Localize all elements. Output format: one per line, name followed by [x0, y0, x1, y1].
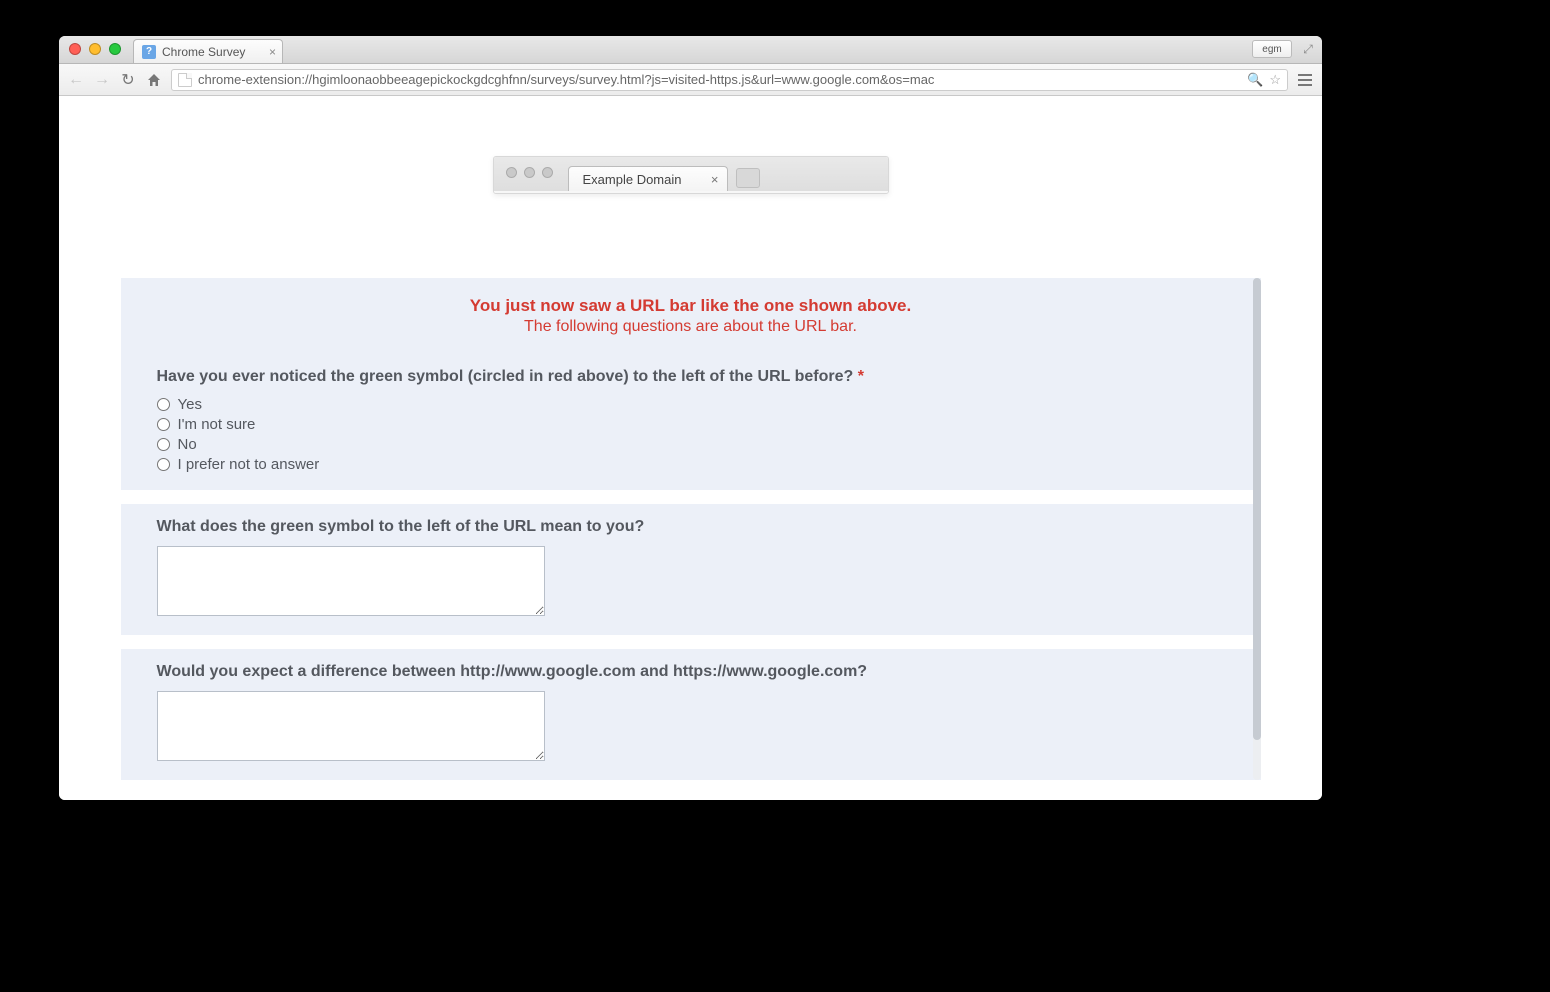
tab-favicon: ?	[142, 45, 156, 59]
question-1-title: Have you ever noticed the green symbol (…	[157, 368, 1225, 386]
browser-tab[interactable]: ? Chrome Survey ×	[133, 39, 283, 63]
required-marker: *	[858, 368, 864, 385]
question-3-textarea[interactable]	[157, 691, 545, 761]
browser-window: ? Chrome Survey × egm ⤢ ← → ↻ chrome-ext…	[59, 36, 1322, 800]
question-1: Have you ever noticed the green symbol (…	[121, 354, 1261, 490]
survey-scrollbar-track[interactable]	[1253, 278, 1261, 780]
q1-radio-notsure[interactable]	[157, 418, 170, 431]
intro-line1: You just now saw a URL bar like the one …	[157, 296, 1225, 316]
q1-option-label: No	[178, 436, 197, 453]
profile-label: egm	[1262, 44, 1281, 55]
mockup-tab-close-icon: ×	[711, 172, 719, 187]
q1-option-label: I'm not sure	[178, 416, 256, 433]
q1-radio-yes[interactable]	[157, 398, 170, 411]
question-2: What does the green symbol to the left o…	[121, 504, 1261, 635]
mockup-tabbar: Example Domain ×	[494, 157, 888, 191]
profile-button[interactable]: egm	[1252, 40, 1292, 58]
urlbar-mockup-image: Example Domain × ← → ↻ https://www.examp…	[493, 156, 889, 194]
mockup-toolbar: ← → ↻ https://www.example.com	[494, 191, 888, 194]
close-window-button[interactable]	[69, 43, 81, 55]
question-1-text: Have you ever noticed the green symbol (…	[157, 368, 854, 385]
q1-radio-prefernot[interactable]	[157, 458, 170, 471]
question-3: Would you expect a difference between ht…	[121, 649, 1261, 780]
zoom-window-button[interactable]	[109, 43, 121, 55]
window-controls	[69, 43, 121, 55]
mockup-traffic-light	[506, 167, 517, 178]
page-content: Example Domain × ← → ↻ https://www.examp…	[59, 96, 1322, 800]
question-3-title: Would you expect a difference between ht…	[157, 663, 1225, 681]
mockup-traffic-light	[524, 167, 535, 178]
q1-option-prefernot[interactable]: I prefer not to answer	[157, 456, 1225, 473]
mockup-tab: Example Domain ×	[568, 166, 728, 191]
intro-line2: The following questions are about the UR…	[157, 318, 1225, 336]
browser-tabbar: ? Chrome Survey × egm ⤢	[59, 36, 1322, 64]
page-icon	[178, 73, 192, 87]
q1-option-label: Yes	[178, 396, 202, 413]
q1-option-no[interactable]: No	[157, 436, 1225, 453]
address-bar[interactable]: chrome-extension://hgimloonaobbeeagepick…	[171, 69, 1288, 91]
question-1-options: Yes I'm not sure No I prefer not to answ…	[157, 396, 1225, 473]
fullscreen-icon[interactable]: ⤢	[1300, 41, 1316, 57]
survey-form: You just now saw a URL bar like the one …	[121, 278, 1261, 780]
address-bar-url: chrome-extension://hgimloonaobbeeagepick…	[198, 72, 1241, 87]
back-button[interactable]: ←	[67, 71, 85, 89]
q1-option-yes[interactable]: Yes	[157, 396, 1225, 413]
browser-toolbar: ← → ↻ chrome-extension://hgimloonaobbeea…	[59, 64, 1322, 96]
home-button[interactable]	[145, 71, 163, 89]
q1-radio-no[interactable]	[157, 438, 170, 451]
mockup-traffic-light	[542, 167, 553, 178]
question-2-title: What does the green symbol to the left o…	[157, 518, 1225, 536]
forward-button[interactable]: →	[93, 71, 111, 89]
tab-close-icon[interactable]: ×	[269, 45, 276, 59]
q1-option-label: I prefer not to answer	[178, 456, 320, 473]
q1-option-notsure[interactable]: I'm not sure	[157, 416, 1225, 433]
mockup-newtab-button	[736, 168, 760, 188]
survey-scrollbar-thumb[interactable]	[1253, 278, 1261, 740]
minimize-window-button[interactable]	[89, 43, 101, 55]
mockup-tab-title: Example Domain	[583, 172, 682, 187]
question-2-textarea[interactable]	[157, 546, 545, 616]
survey-intro: You just now saw a URL bar like the one …	[121, 278, 1261, 354]
reload-button[interactable]: ↻	[119, 71, 137, 89]
bookmark-star-icon[interactable]: ☆	[1269, 72, 1281, 88]
zoom-icon[interactable]: 🔍	[1247, 72, 1263, 88]
chrome-menu-button[interactable]	[1296, 74, 1314, 86]
tab-title: Chrome Survey	[162, 45, 245, 59]
